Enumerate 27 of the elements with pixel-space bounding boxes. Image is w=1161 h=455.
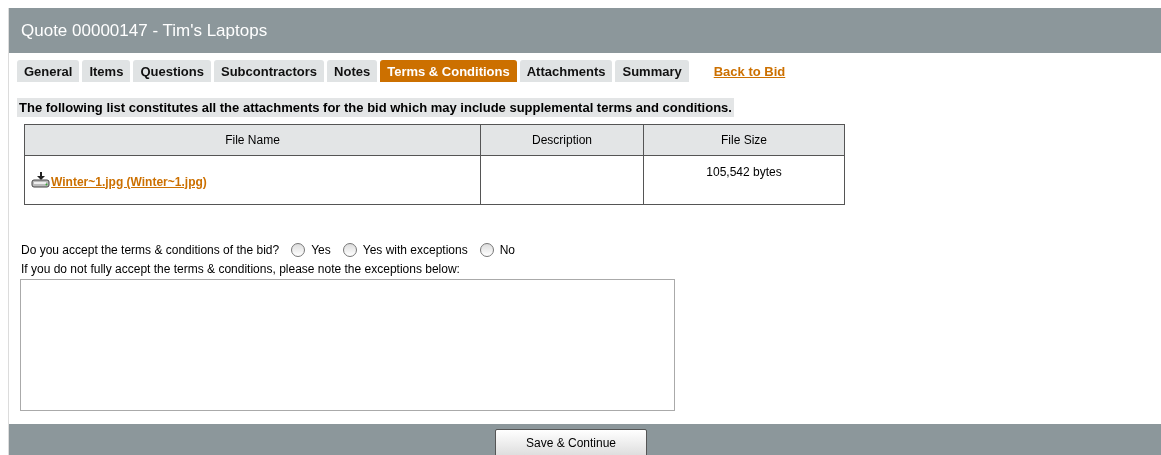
tab[interactable]: Summary [615,60,689,82]
page-title: Quote 00000147 - Tim's Laptops [21,20,268,41]
tab[interactable]: Terms & Conditions [380,60,517,82]
tab[interactable]: Questions [133,60,211,82]
tab[interactable]: Attachments [519,60,613,82]
back-link[interactable]: Back to Bid [713,63,786,79]
radio-button[interactable] [291,243,306,257]
question-label: Do you accept the terms & conditions of the bid? [21,243,280,257]
file-link[interactable]: Winter~1.jpg (Winter~1.jpg) [51,174,207,189]
column-header: Description [480,124,644,156]
tab[interactable]: Items [82,60,131,82]
radio-label: No [499,243,516,257]
column-header: File Name [24,124,481,156]
tab[interactable]: Notes [327,60,378,82]
radio-label: Yes [311,243,331,257]
notice-text: The following list constitutes all the attachments for the bid which may include supplemental terms and conditions. [17,98,734,117]
download-icon[interactable] [31,171,51,188]
save-button[interactable]: Save & Continue [495,429,647,455]
table-cell: 105,542 bytes [643,155,845,205]
radio-button[interactable] [479,243,494,257]
exceptions-field[interactable] [20,279,675,411]
exceptions-label: If you do not fully accept the terms & conditions, please note the exceptions below: [21,262,461,276]
tab[interactable]: General [17,60,80,82]
tab[interactable]: Subcontractors [213,60,325,82]
radio-button[interactable] [342,243,357,257]
column-header: File Size [643,124,845,156]
radio-label: Yes with exceptions [362,243,468,257]
